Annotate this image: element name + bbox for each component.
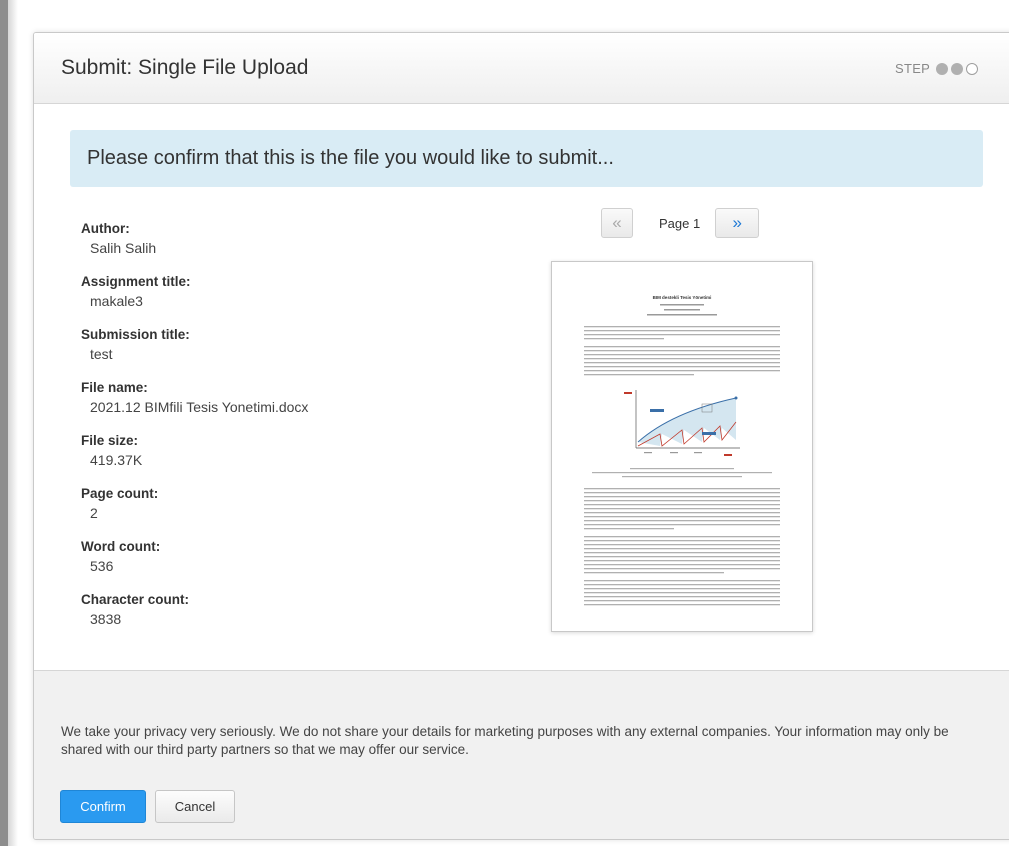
detail-value: makale3 <box>90 293 143 309</box>
detail-word-count: Word count: 536 <box>81 539 501 592</box>
detail-character-count: Character count: 3838 <box>81 592 501 645</box>
dialog-footer: We take your privacy very seriously. We … <box>34 670 1009 839</box>
detail-page-count: Page count: 2 <box>81 486 501 539</box>
detail-value: 2 <box>90 505 98 521</box>
preview-author-lines <box>647 304 717 316</box>
preview-heading: BIM destekli Tesis Yönetimi <box>653 295 712 300</box>
preview-paragraph-5 <box>584 580 780 606</box>
previous-page-button[interactable]: « <box>601 208 633 238</box>
confirm-banner-text: Please confirm that this is the file you… <box>87 147 614 169</box>
privacy-notice: We take your privacy very seriously. We … <box>61 724 949 757</box>
submit-dialog: Submit: Single File Upload STEP Please c… <box>33 32 1009 840</box>
detail-value: 3838 <box>90 611 122 627</box>
dialog-title: Submit: Single File Upload <box>61 56 309 79</box>
cancel-button[interactable]: Cancel <box>155 790 235 823</box>
detail-value: 536 <box>90 558 114 574</box>
window-edge <box>0 0 8 846</box>
detail-label: Submission title: <box>81 327 190 342</box>
detail-label: File size: <box>81 433 139 448</box>
step-dot-3 <box>966 62 979 75</box>
detail-file-size: File size: 419.37K <box>81 433 501 486</box>
detail-value: 2021.12 BIMfili Tesis Yonetimi.docx <box>90 399 309 415</box>
detail-label: File name: <box>81 380 148 395</box>
next-page-button[interactable]: » <box>715 208 760 238</box>
document-page-thumbnail: BIM destekli Tesis Yönetimi <box>584 295 780 606</box>
document-preview: BIM destekli Tesis Yönetimi <box>551 261 813 632</box>
detail-submission-title: Submission title: test <box>81 327 501 380</box>
step-indicator: STEP <box>895 61 981 76</box>
confirm-banner: Please confirm that this is the file you… <box>70 130 983 187</box>
detail-label: Character count: <box>81 592 190 607</box>
preview-paragraph-1 <box>584 326 780 340</box>
step-dot-1 <box>936 62 949 75</box>
detail-label: Page count: <box>81 486 159 501</box>
step-dot-2 <box>951 62 964 75</box>
detail-assignment-title: Assignment title: makale3 <box>81 274 501 327</box>
preview-paragraph-3 <box>584 488 780 530</box>
file-details: Author: Salih Salih Assignment title: ma… <box>81 221 501 645</box>
dialog-header: Submit: Single File Upload STEP <box>34 33 1009 104</box>
detail-author: Author: Salih Salih <box>81 221 501 274</box>
window-edge-shadow <box>8 0 18 846</box>
step-label: STEP <box>895 61 931 76</box>
preview-figure <box>624 390 740 456</box>
detail-value: test <box>90 346 113 362</box>
detail-value: 419.37K <box>90 452 143 468</box>
preview-paragraph-4 <box>584 536 780 574</box>
detail-file-name: File name: 2021.12 BIMfili Tesis Yonetim… <box>81 380 501 433</box>
confirm-button[interactable]: Confirm <box>60 790 146 823</box>
preview-paragraph-2 <box>584 346 780 376</box>
detail-label: Author: <box>81 221 130 236</box>
preview-figure-caption <box>592 468 772 478</box>
detail-value: Salih Salih <box>90 240 157 256</box>
detail-label: Word count: <box>81 539 161 554</box>
page-navigator: « Page 1 » <box>601 206 760 240</box>
detail-label: Assignment title: <box>81 274 191 289</box>
page-indicator: Page 1 <box>659 215 701 231</box>
